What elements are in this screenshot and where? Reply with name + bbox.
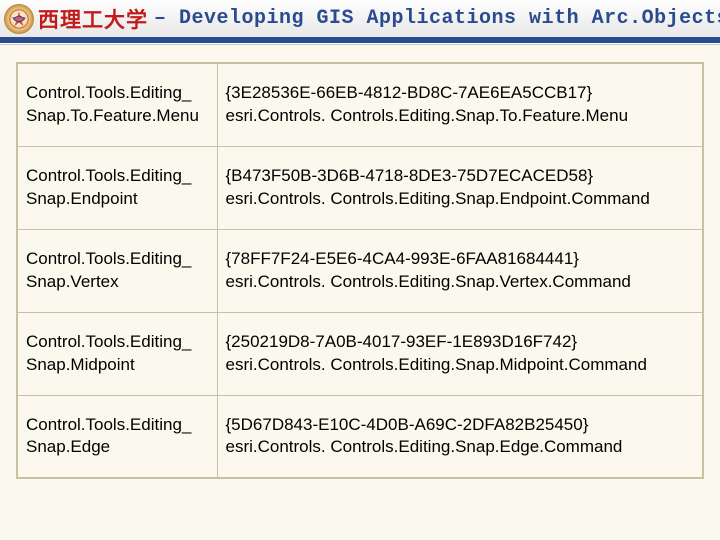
control-guid: {78FF7F24-E5E6-4CA4-993E-6FAA81684441} [226, 248, 695, 271]
table-row: Control.Tools.Editing_Snap.Edge{5D67D843… [17, 395, 703, 478]
control-name-line1: Control.Tools.Editing_ [26, 414, 209, 437]
control-name-cell: Control.Tools.Editing_Snap.Midpoint [17, 312, 217, 395]
control-detail-cell: {250219D8-7A0B-4017-93EF-1E893D16F742}es… [217, 312, 703, 395]
control-guid: {B473F50B-3D6B-4718-8DE3-75D7ECACED58} [226, 165, 695, 188]
control-detail-cell: {5D67D843-E10C-4D0B-A69C-2DFA82B25450}es… [217, 395, 703, 478]
control-name-cell: Control.Tools.Editing_Snap.Edge [17, 395, 217, 478]
control-detail-cell: {3E28536E-66EB-4812-BD8C-7AE6EA5CCB17}es… [217, 63, 703, 146]
control-name-line1: Control.Tools.Editing_ [26, 82, 209, 105]
control-name-line2: Snap.Midpoint [26, 354, 209, 377]
control-name-line1: Control.Tools.Editing_ [26, 248, 209, 271]
control-path: esri.Controls. Controls.Editing.Snap.Edg… [226, 436, 695, 459]
control-name-cell: Control.Tools.Editing_Snap.To.Feature.Me… [17, 63, 217, 146]
control-guid: {5D67D843-E10C-4D0B-A69C-2DFA82B25450} [226, 414, 695, 437]
control-path: esri.Controls. Controls.Editing.Snap.Mid… [226, 354, 695, 377]
header-english-title: – Developing GIS Applications with Arc.O… [154, 7, 720, 30]
control-path: esri.Controls. Controls.Editing.Snap.Ver… [226, 271, 695, 294]
control-guid: {3E28536E-66EB-4812-BD8C-7AE6EA5CCB17} [226, 82, 695, 105]
content-area: Control.Tools.Editing_Snap.To.Feature.Me… [0, 40, 720, 479]
header-chinese-title: 西理工大学 [38, 4, 148, 34]
control-path: esri.Controls. Controls.Editing.Snap.To.… [226, 105, 695, 128]
control-name-cell: Control.Tools.Editing_Snap.Endpoint [17, 146, 217, 229]
slide-header: 西理工大学 – Developing GIS Applications with… [0, 0, 720, 40]
control-name-line2: Snap.Vertex [26, 271, 209, 294]
table-row: Control.Tools.Editing_Snap.Endpoint{B473… [17, 146, 703, 229]
table-row: Control.Tools.Editing_Snap.Vertex{78FF7F… [17, 229, 703, 312]
control-detail-cell: {B473F50B-3D6B-4718-8DE3-75D7ECACED58}es… [217, 146, 703, 229]
control-name-line2: Snap.Endpoint [26, 188, 209, 211]
university-emblem-icon [4, 4, 34, 34]
control-name-line2: Snap.Edge [26, 436, 209, 459]
control-path: esri.Controls. Controls.Editing.Snap.End… [226, 188, 695, 211]
control-name-cell: Control.Tools.Editing_Snap.Vertex [17, 229, 217, 312]
control-detail-cell: {78FF7F24-E5E6-4CA4-993E-6FAA81684441}es… [217, 229, 703, 312]
controls-table: Control.Tools.Editing_Snap.To.Feature.Me… [16, 62, 704, 479]
control-name-line2: Snap.To.Feature.Menu [26, 105, 209, 128]
table-row: Control.Tools.Editing_Snap.To.Feature.Me… [17, 63, 703, 146]
control-name-line1: Control.Tools.Editing_ [26, 331, 209, 354]
control-guid: {250219D8-7A0B-4017-93EF-1E893D16F742} [226, 331, 695, 354]
control-name-line1: Control.Tools.Editing_ [26, 165, 209, 188]
table-row: Control.Tools.Editing_Snap.Midpoint{2502… [17, 312, 703, 395]
